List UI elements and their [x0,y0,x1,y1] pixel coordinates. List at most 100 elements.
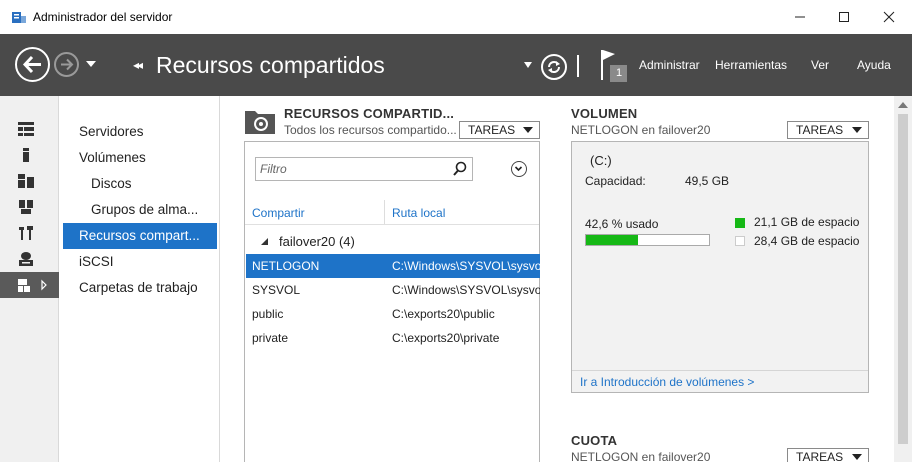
nav-item-recursos[interactable]: Recursos compart... [63,223,217,249]
header-separator [577,55,579,77]
minimize-button[interactable] [777,0,823,34]
breadcrumb-dropdown-icon[interactable] [523,61,533,69]
share-path: C:\exports20\public [392,307,495,321]
filter-input[interactable]: Filtro [255,157,473,181]
notification-count: 1 [616,67,623,79]
minimize-icon [795,16,805,18]
menu-ayuda[interactable]: Ayuda [857,58,891,72]
share-path: C:\Windows\SYSVOL\sysvol\ [392,259,540,273]
menu-herramientas[interactable]: Herramientas [715,58,787,72]
legend-free-swatch [735,236,745,246]
back-button[interactable] [15,47,50,82]
table-row[interactable]: NETLOGON C:\Windows\SYSVOL\sysvol\ [246,254,540,278]
collapse-triangle-icon[interactable] [261,238,269,246]
tools-icon [19,226,33,240]
chevron-down-icon [852,454,862,460]
expand-button[interactable] [511,161,527,177]
volume-details-panel: (C:) Capacidad: 49,5 GB 42,6 % usado 21,… [571,141,869,393]
quota-tasks-button[interactable]: TAREAS [787,448,869,462]
filter-placeholder: Filtro [260,162,287,176]
volume-subtitle: NETLOGON en failover20 [571,123,711,137]
usage-bar-fill [586,235,639,245]
file-storage-icon [18,279,47,292]
rail-tools[interactable] [0,220,59,246]
volume-tasks-label: TAREAS [796,123,844,137]
shares-list-panel: Filtro Compartir Ruta local failover20 (… [244,141,540,462]
search-icon[interactable] [452,161,468,177]
legend-used-swatch [735,218,745,228]
quota-subtitle: NETLOGON en failover20 [571,450,711,462]
scroll-up-icon[interactable] [898,102,908,108]
legend-free-text: 28,4 GB de espacio [754,234,860,248]
menu-ver[interactable]: Ver [811,58,829,72]
volumes-link[interactable]: Ir a Introducción de volúmenes > [572,370,868,393]
quota-title: CUOTA [571,433,618,448]
nav-item-grupos[interactable]: Grupos de alma... [63,197,217,223]
shares-title: RECURSOS COMPARTID... [284,106,455,121]
rail-file-services[interactable] [0,194,59,220]
table-row[interactable]: SYSVOL C:\Windows\SYSVOL\sysvol [246,278,540,302]
share-path: C:\Windows\SYSVOL\sysvol [392,283,540,297]
breadcrumb-arrows[interactable]: ◂◂ [133,58,143,72]
header-divider [245,224,539,225]
volume-title: VOLUMEN [571,106,638,121]
refresh-button[interactable] [541,54,567,80]
close-icon [883,11,895,23]
window-title: Administrador del servidor [33,10,173,24]
rail-local-server[interactable] [0,142,59,168]
refresh-icon [548,61,560,73]
share-name: SYSVOL [252,283,301,297]
share-path: C:\exports20\private [392,331,500,345]
table-row[interactable]: private C:\exports20\private [246,326,540,350]
file-services-icon [19,200,33,214]
dashboard-icon [18,122,34,136]
notifications-button[interactable]: 1 [599,48,629,84]
table-row[interactable]: public C:\exports20\public [246,302,540,326]
column-header-path[interactable]: Ruta local [392,206,445,220]
arrow-left-icon [22,55,41,74]
maximize-button[interactable] [821,0,867,34]
vertical-scrollbar[interactable] [894,96,912,462]
nav-item-discos[interactable]: Discos [63,171,217,197]
history-dropdown-icon[interactable] [84,59,98,69]
menu-administrar[interactable]: Administrar [639,58,700,72]
shares-folder-icon [245,111,275,134]
page-title: Recursos compartidos [156,52,385,78]
close-button[interactable] [866,0,912,34]
rail-file-storage[interactable] [0,272,59,298]
column-divider [384,200,385,224]
rail-storage[interactable] [0,246,59,272]
shares-tasks-label: TAREAS [468,123,516,137]
nav-item-volumenes[interactable]: Volúmenes [63,145,217,171]
chevron-down-icon [852,127,862,133]
icon-rail [0,96,59,462]
flag-icon [601,50,627,82]
used-label: 42,6 % usado [585,217,659,231]
shares-subtitle: Todos los recursos compartido... [284,123,457,137]
share-name: NETLOGON [252,259,320,273]
share-name: public [252,307,284,321]
forward-button[interactable] [54,52,79,77]
nav-item-servidores[interactable]: Servidores [63,119,217,145]
quota-tasks-label: TAREAS [796,450,844,462]
nav-item-carpetas[interactable]: Carpetas de trabajo [63,275,217,301]
column-header-share[interactable]: Compartir [252,206,305,220]
rail-dashboard[interactable] [0,116,59,142]
capacity-label: Capacidad: [585,174,646,188]
chevron-down-icon [514,166,523,172]
group-label: failover20 (4) [279,234,355,249]
rail-all-servers[interactable] [0,168,59,194]
volume-tasks-button[interactable]: TAREAS [787,121,869,139]
header-bar: ◂◂ Recursos compartidos 1 Administrar He… [0,34,912,96]
shares-tasks-button[interactable]: TAREAS [459,121,540,139]
group-row[interactable]: failover20 (4) [245,234,539,254]
capacity-value: 49,5 GB [685,174,730,188]
nav-item-iscsi[interactable]: iSCSI [63,249,217,275]
window-titlebar: Administrador del servidor [0,0,912,34]
local-server-icon [23,148,29,162]
all-servers-icon [18,174,34,188]
storage-icon [19,252,33,266]
scrollbar-thumb[interactable] [898,114,908,444]
share-name: private [252,331,289,345]
server-manager-icon [12,12,26,23]
